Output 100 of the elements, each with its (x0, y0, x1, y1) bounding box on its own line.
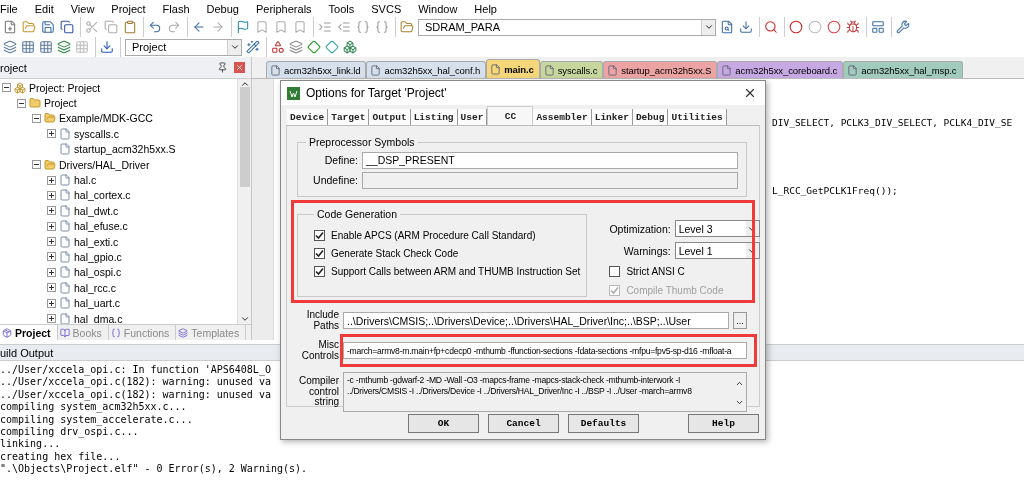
file-tab[interactable]: acm32h5xx_coreboard.c (717, 61, 844, 78)
collapse-icon[interactable] (32, 160, 41, 170)
menu-item[interactable]: Flash (162, 2, 190, 15)
undo-icon[interactable] (148, 20, 162, 34)
menu-item[interactable]: SVCS (371, 2, 402, 15)
tree-item[interactable]: hal_dwt.c (74, 204, 119, 217)
dialog-button[interactable]: Help (688, 413, 759, 433)
file-tab[interactable]: startup_acm32h5xx.S (603, 61, 718, 78)
scroll-down-icon[interactable] (734, 398, 744, 407)
menu-item[interactable]: Tools (328, 2, 355, 15)
find-combo[interactable]: SDRAM_PARA (418, 18, 716, 36)
expand-icon[interactable] (47, 298, 56, 308)
shapes-icon[interactable] (271, 40, 285, 54)
expand-icon[interactable] (47, 190, 56, 200)
download-icon[interactable] (739, 20, 753, 34)
wrench-icon[interactable] (896, 20, 910, 34)
menu-item[interactable]: Edit (34, 2, 54, 15)
dialog-tab[interactable]: User (457, 109, 488, 125)
dialog-tab[interactable]: Linker (591, 109, 633, 125)
folder-icon[interactable] (400, 20, 414, 34)
diamond-icon[interactable] (325, 40, 339, 54)
menu-item[interactable]: File (0, 2, 18, 15)
new-file-icon[interactable] (3, 20, 17, 34)
input-field[interactable]: ..\Drivers\CMSIS;..\Drivers\Device;..\Drivers\HAL_Driver\Inc;..\BSP;..\User (343, 312, 729, 329)
dialog-tab[interactable]: Listing (410, 109, 458, 125)
flag-icon[interactable] (236, 20, 250, 34)
dialog-button[interactable]: OK (408, 413, 479, 433)
collapse-icon[interactable] (32, 113, 41, 123)
menu-item[interactable]: Project (111, 2, 146, 15)
dialog-button[interactable]: Cancel (488, 413, 559, 433)
close-icon[interactable] (743, 86, 757, 100)
tree-item[interactable]: hal_exti.c (74, 235, 119, 248)
file-tab[interactable]: acm32h5xx_link.ld (266, 61, 367, 78)
checkbox[interactable] (314, 247, 325, 259)
scrollbar[interactable] (237, 79, 251, 324)
tree-item[interactable]: hal_rcc.c (74, 281, 116, 294)
expand-icon[interactable] (47, 175, 56, 185)
expand-icon[interactable] (47, 221, 56, 231)
tree-item[interactable]: Project (44, 97, 77, 110)
menu-item[interactable]: Help (474, 2, 497, 15)
file-search-icon[interactable] (720, 20, 734, 34)
pane-tab[interactable]: Project (0, 325, 58, 340)
expand-icon[interactable] (47, 252, 56, 262)
tree-item[interactable]: hal_efuse.c (74, 220, 128, 233)
dialog-tab[interactable]: Debug (632, 109, 669, 125)
dialog-button[interactable]: Defaults (568, 413, 639, 433)
save-icon[interactable] (41, 20, 55, 34)
dialog-tab[interactable]: Target (328, 109, 370, 125)
browse-button[interactable]: ... (733, 312, 747, 329)
text-area[interactable]: -c -mthumb -gdwarf-2 -MD -Wall -O3 -mapcs-frame -mapcs-stack-check -mthumb-interwork -I ../Drivers/CMSIS -I ../Drivers/Device -I ../Drivers/HAL_Driver/Inc -I ../BSP -I ../User -march=armv8 (343, 372, 747, 412)
wand-icon[interactable] (246, 40, 260, 54)
tree-item[interactable]: Drivers/HAL_Driver (59, 158, 150, 171)
grid-icon[interactable] (39, 40, 53, 54)
tree-item[interactable]: hal_ospi.c (74, 266, 122, 279)
diamond-icon[interactable] (307, 40, 321, 54)
checkbox[interactable] (314, 229, 325, 241)
input-field[interactable]: -march=armv8-m.main+fp+cdecp0 -mthumb -ffunction-sections -fdata-sections -mfpu=fpv5-sp-d16 -mfloat-a (343, 342, 747, 359)
tree-item[interactable]: startup_acm32h5xx.S (74, 143, 176, 156)
open-folder-icon[interactable] (22, 20, 36, 34)
dialog-tab[interactable]: Output (369, 109, 411, 125)
level-select[interactable]: Level 1 (674, 242, 760, 259)
scroll-down-icon[interactable] (239, 314, 250, 324)
expand-icon[interactable] (47, 283, 56, 293)
pin-icon[interactable] (217, 62, 228, 73)
scroll-up-icon[interactable] (239, 79, 250, 89)
tree-item[interactable]: hal_uart.c (74, 297, 121, 310)
tree-item[interactable]: Project: Project (29, 81, 101, 94)
stack-icon[interactable] (57, 40, 71, 54)
expand-icon[interactable] (47, 237, 56, 247)
collapse-icon[interactable] (17, 98, 26, 108)
file-tab[interactable]: main.c (486, 59, 540, 78)
menu-item[interactable]: View (70, 2, 95, 15)
tree-item[interactable]: hal.c (74, 174, 97, 187)
target-combo[interactable]: Project (125, 38, 242, 56)
menu-item[interactable]: Peripherals (255, 2, 312, 15)
expand-icon[interactable] (47, 267, 56, 277)
arrow-left-icon[interactable] (192, 20, 206, 34)
paste-icon[interactable] (123, 20, 137, 34)
tree-item[interactable]: Example/MDK-GCC (59, 112, 153, 125)
dialog-tab[interactable]: Utilities (668, 109, 727, 125)
menu-item[interactable]: Debug (206, 2, 239, 15)
file-tab[interactable]: acm32h5xx_hal_conf.h (366, 61, 487, 78)
expand-icon[interactable] (47, 129, 56, 139)
layers-icon[interactable] (3, 40, 17, 54)
checkbox[interactable] (609, 265, 621, 277)
window-icon[interactable] (871, 20, 885, 34)
tree-item[interactable]: hal_gpio.c (74, 251, 122, 263)
circle-icon[interactable] (827, 20, 841, 34)
search-icon[interactable] (764, 20, 778, 34)
tree-item[interactable]: hal_cortex.c (74, 189, 131, 202)
close-button[interactable] (234, 62, 245, 73)
expand-icon[interactable] (47, 206, 56, 216)
dialog-tab[interactable]: CC (487, 106, 534, 125)
tree-item[interactable]: syscalls.c (74, 127, 119, 140)
download-icon[interactable] (100, 40, 114, 54)
checkbox[interactable] (314, 265, 325, 277)
dialog-tab[interactable]: Device (287, 109, 329, 125)
stack-icon[interactable] (289, 40, 303, 54)
file-tab[interactable]: syscalls.c (539, 61, 604, 78)
scroll-up-icon[interactable] (734, 379, 744, 388)
